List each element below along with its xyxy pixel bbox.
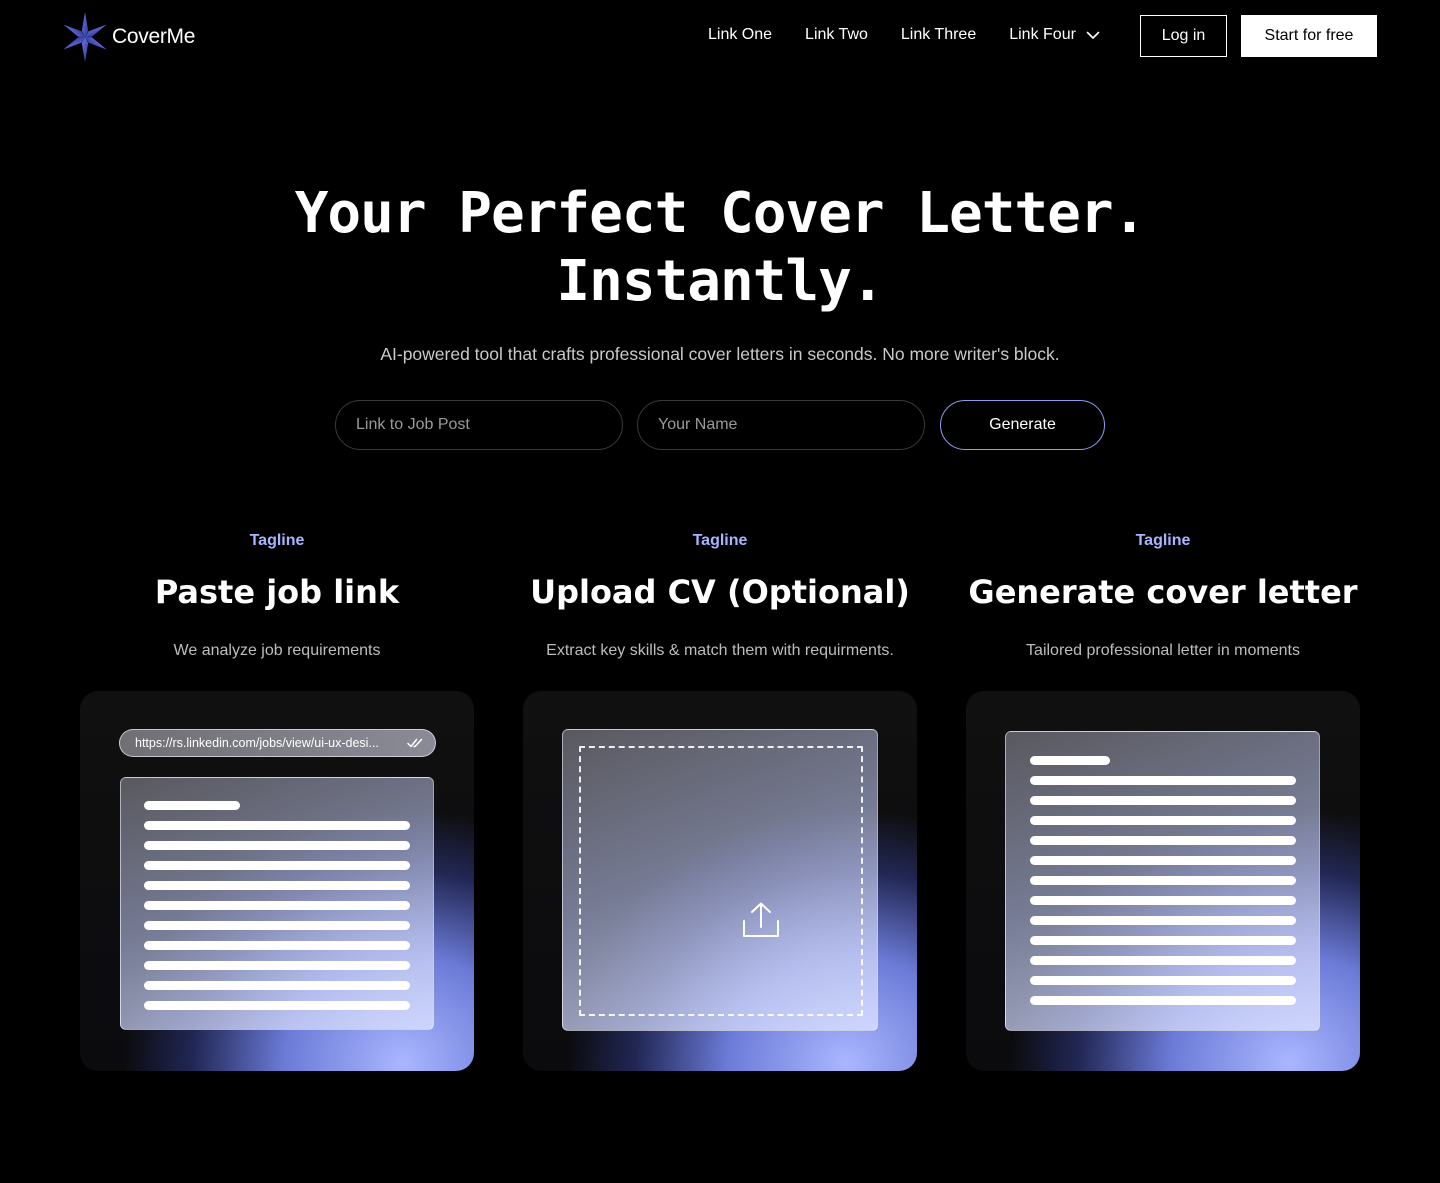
text-line bbox=[144, 1001, 410, 1010]
hero-title-line-2: Instantly. bbox=[556, 249, 884, 314]
login-button[interactable]: Log in bbox=[1140, 15, 1227, 57]
nav-link-four-label: Link Four bbox=[1009, 26, 1076, 43]
feature-description: We analyze job requirements bbox=[173, 642, 381, 659]
text-line bbox=[1030, 856, 1296, 865]
nav-link-two[interactable]: Link Two bbox=[805, 26, 868, 44]
feature-title: Paste job link bbox=[154, 573, 400, 611]
text-line bbox=[1030, 896, 1296, 905]
text-line bbox=[144, 921, 410, 930]
text-line bbox=[144, 841, 410, 850]
text-line bbox=[144, 981, 410, 990]
text-line bbox=[1030, 876, 1296, 885]
feature-tagline: Tagline bbox=[1135, 532, 1191, 549]
hero-title: Your Perfect Cover Letter. Instantly. bbox=[0, 180, 1440, 316]
nav-link-four-dropdown[interactable]: Link Four bbox=[1009, 26, 1100, 44]
feature-tagline: Tagline bbox=[249, 532, 305, 549]
brand-name: CoverMe bbox=[112, 25, 196, 48]
hero-subtitle: AI-powered tool that crafts professional… bbox=[380, 344, 1060, 364]
text-line bbox=[1030, 976, 1296, 985]
name-input[interactable] bbox=[637, 400, 925, 450]
feature-title: Generate cover letter bbox=[968, 573, 1358, 611]
generate-letter-card bbox=[966, 691, 1360, 1071]
top-nav: CoverMe Link One Link Two Link Three Lin… bbox=[0, 0, 1440, 72]
upload-dropzone[interactable] bbox=[562, 729, 878, 1031]
text-line bbox=[144, 901, 410, 910]
hero-title-line-1: Your Perfect Cover Letter. bbox=[294, 181, 1147, 246]
star-logo-icon bbox=[63, 12, 107, 62]
dashed-drop-area bbox=[579, 746, 863, 1016]
brand-logo[interactable]: CoverMe bbox=[62, 12, 195, 62]
cover-letter-sheet bbox=[1005, 731, 1320, 1031]
text-line bbox=[1030, 836, 1296, 845]
feature-paste-job-link: Tagline Paste job link We analyze job re… bbox=[80, 530, 474, 662]
feature-description: Extract key skills & match them with req… bbox=[546, 642, 894, 659]
start-for-free-button[interactable]: Start for free bbox=[1241, 15, 1377, 57]
text-line bbox=[144, 861, 410, 870]
job-description-sheet bbox=[120, 777, 434, 1030]
text-line bbox=[1030, 816, 1296, 825]
feature-upload-cv: Tagline Upload CV (Optional) Extract key… bbox=[523, 530, 917, 662]
text-line bbox=[144, 801, 240, 810]
job-url-pill: https://rs.linkedin.com/jobs/view/ui-ux-… bbox=[119, 729, 436, 757]
upload-cv-card bbox=[523, 691, 917, 1071]
job-url-text: https://rs.linkedin.com/jobs/view/ui-ux-… bbox=[135, 736, 379, 750]
job-link-input[interactable] bbox=[335, 400, 623, 450]
text-line bbox=[1030, 996, 1296, 1005]
text-line bbox=[1030, 916, 1296, 925]
nav-link-three[interactable]: Link Three bbox=[901, 26, 976, 44]
paste-job-link-card: https://rs.linkedin.com/jobs/view/ui-ux-… bbox=[80, 691, 474, 1071]
chevron-down-icon bbox=[1086, 31, 1100, 39]
text-line bbox=[1030, 756, 1110, 765]
feature-generate-letter: Tagline Generate cover letter Tailored p… bbox=[966, 530, 1360, 662]
text-line bbox=[1030, 936, 1296, 945]
double-check-icon bbox=[407, 738, 423, 748]
generate-button[interactable]: Generate bbox=[940, 400, 1105, 450]
text-line bbox=[144, 881, 410, 890]
text-line bbox=[144, 961, 410, 970]
feature-tagline: Tagline bbox=[692, 532, 748, 549]
feature-title: Upload CV (Optional) bbox=[530, 573, 910, 611]
nav-link-one[interactable]: Link One bbox=[708, 26, 772, 44]
text-line bbox=[1030, 776, 1296, 785]
text-line bbox=[1030, 956, 1296, 965]
text-line bbox=[144, 821, 410, 830]
text-line bbox=[144, 941, 410, 950]
feature-description: Tailored professional letter in moments bbox=[1026, 642, 1300, 659]
text-line bbox=[1030, 796, 1296, 805]
nav-links: Link One Link Two Link Three Link Four bbox=[708, 26, 1100, 44]
upload-icon bbox=[743, 902, 779, 937]
